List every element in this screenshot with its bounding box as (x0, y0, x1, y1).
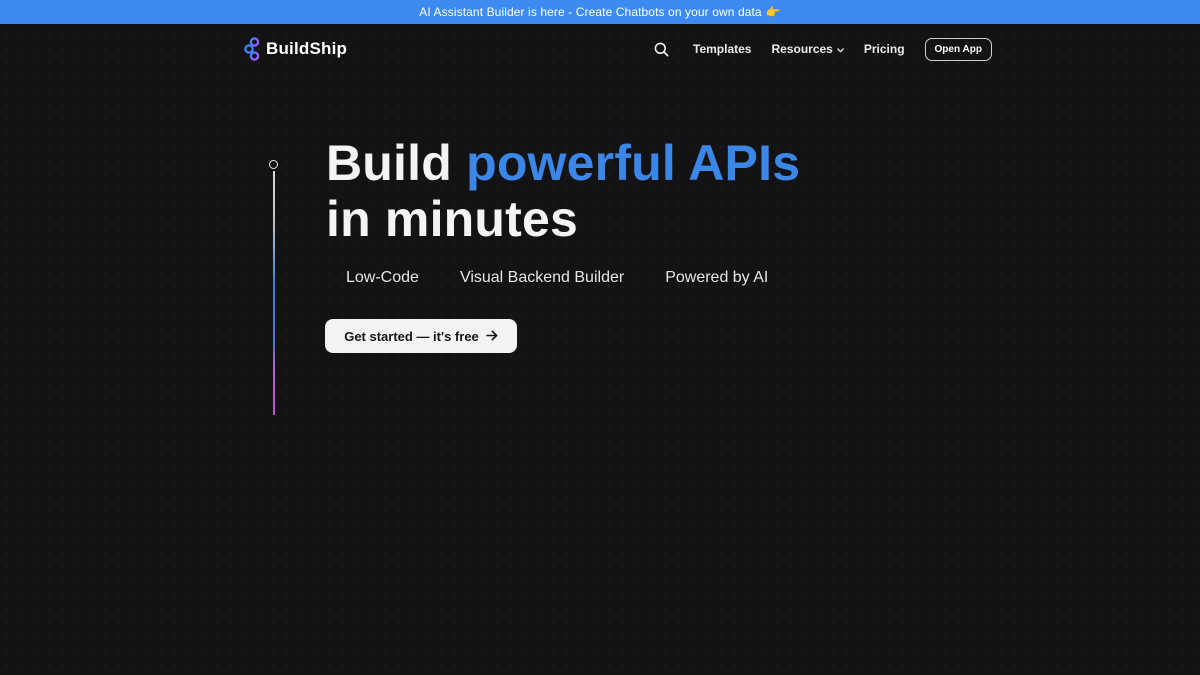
arrow-right-icon (485, 329, 498, 344)
chevron-down-icon (836, 42, 844, 56)
open-app-label: Open App (934, 43, 982, 55)
buildship-logo-icon (244, 37, 260, 61)
hero-timeline-decoration (268, 159, 280, 417)
logo-text: BuildShip (266, 39, 348, 58)
nav-pricing[interactable]: Pricing (864, 42, 905, 56)
pointing-hand-icon: 👉 (765, 5, 781, 19)
get-started-button[interactable]: Get started — it's free (325, 319, 517, 353)
page: AI Assistant Builder is here - Create Ch… (0, 0, 1200, 675)
hero-title-line2: in minutes (326, 191, 579, 247)
search-icon (654, 42, 668, 56)
hero-title-accent: powerful APIs (466, 135, 801, 191)
nav-templates-label: Templates (693, 42, 752, 56)
timeline-line (273, 171, 275, 415)
hero-title-plain: Build (326, 135, 452, 191)
announcement-bar[interactable]: AI Assistant Builder is here - Create Ch… (0, 0, 1200, 24)
feature-powered-by-ai: Powered by AI (665, 269, 769, 286)
hero-features: Low-Code Visual Backend Builder Powered … (346, 267, 768, 289)
nav-resources-label: Resources (771, 42, 833, 56)
feature-low-code: Low-Code (346, 269, 419, 286)
get-started-label: Get started — it's free (344, 328, 479, 344)
open-app-button[interactable]: Open App (924, 37, 992, 61)
nav-resources-dropdown[interactable]: Resources (771, 42, 844, 56)
feature-visual-backend-builder: Visual Backend Builder (459, 269, 625, 286)
logo-link[interactable]: BuildShip (243, 37, 347, 61)
announcement-text: AI Assistant Builder is here - Create Ch… (419, 5, 762, 19)
timeline-dot (269, 160, 278, 169)
search-button[interactable] (652, 40, 670, 58)
nav-templates[interactable]: Templates (693, 42, 751, 56)
nav-pricing-label: Pricing (863, 42, 905, 56)
navbar: BuildShip Templates Resources Pricing Op… (0, 24, 1200, 74)
hero-title: Build powerful APIs in minutes (326, 135, 800, 247)
nav-menu: Templates Resources Pricing Open App (652, 37, 992, 61)
